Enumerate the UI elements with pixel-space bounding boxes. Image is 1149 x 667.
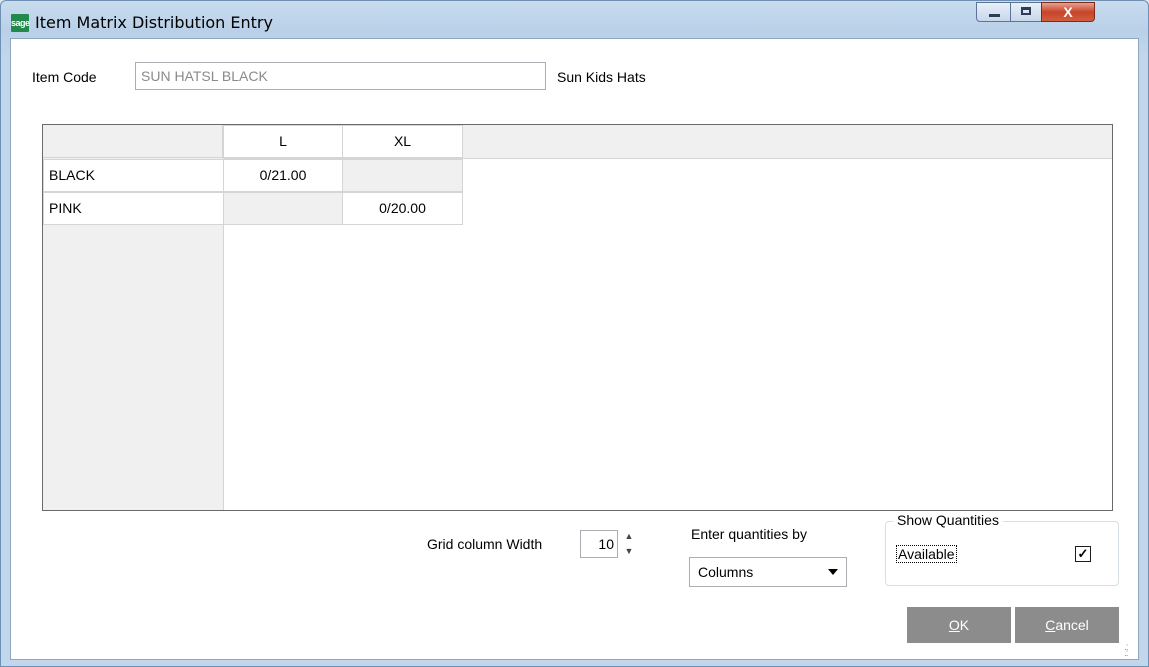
enter-quantities-label: Enter quantities by <box>691 526 807 542</box>
spin-up-icon[interactable]: ▲ <box>622 529 636 543</box>
maximize-button[interactable] <box>1010 2 1042 22</box>
item-matrix-window: sage Item Matrix Distribution Entry X It… <box>0 0 1149 667</box>
grid-cell-pink-xl[interactable]: 0/20.00 <box>342 192 463 225</box>
show-quantities-group: Show Quantities Available ✓ <box>885 512 1119 586</box>
column-header-xl[interactable]: XL <box>342 125 463 158</box>
show-quantities-title: Show Quantities <box>893 512 1003 528</box>
cancel-button[interactable]: Cancel <box>1015 607 1119 643</box>
column-header-l[interactable]: L <box>223 125 343 158</box>
title-bar[interactable]: sage Item Matrix Distribution Entry X <box>1 1 1148 37</box>
row-header-pink[interactable]: PINK <box>43 192 224 225</box>
matrix-grid[interactable]: L XL BLACK 0/21.00 PINK 0/20.00 <box>42 124 1113 511</box>
sage-app-icon: sage <box>11 14 30 32</box>
close-icon: X <box>1063 4 1073 20</box>
chevron-down-icon <box>828 569 838 575</box>
check-icon: ✓ <box>1077 546 1089 561</box>
item-code-input[interactable] <box>135 62 546 90</box>
grid-column-width-label: Grid column Width <box>427 536 543 552</box>
item-code-label: Item Code <box>32 69 97 85</box>
cancel-rest: ancel <box>1055 617 1089 633</box>
minimize-icon <box>989 14 1000 17</box>
close-button[interactable]: X <box>1041 2 1095 22</box>
enter-quantities-value: Columns <box>698 564 754 580</box>
row-header-black[interactable]: BLACK <box>43 159 224 192</box>
ok-accel: O <box>948 617 960 633</box>
grid-column-width-input[interactable] <box>580 530 618 558</box>
grid-corner-cell <box>43 125 223 158</box>
maximize-icon <box>1021 7 1031 15</box>
available-option-label[interactable]: Available <box>896 545 957 563</box>
resize-grip-icon[interactable]: .:.: <box>1124 643 1136 659</box>
item-description: Sun Kids Hats <box>557 69 646 85</box>
enter-quantities-select[interactable]: Columns <box>689 557 847 587</box>
spin-down-icon[interactable]: ▼ <box>622 544 636 558</box>
available-checkbox[interactable]: ✓ <box>1075 546 1091 562</box>
window-title: Item Matrix Distribution Entry <box>35 13 273 32</box>
ok-rest: K <box>959 617 970 633</box>
dialog-body: Item Code Sun Kids Hats L XL BLACK 0/21.… <box>10 38 1139 660</box>
cancel-accel: C <box>1045 617 1056 633</box>
grid-cell-black-xl[interactable] <box>342 159 463 192</box>
grid-cell-pink-l[interactable] <box>223 192 343 225</box>
minimize-button[interactable] <box>976 2 1011 22</box>
grid-column-width-spinner[interactable]: ▲ ▼ <box>622 529 636 559</box>
ok-button[interactable]: OK <box>907 607 1011 643</box>
grid-cell-black-l[interactable]: 0/21.00 <box>223 159 343 192</box>
